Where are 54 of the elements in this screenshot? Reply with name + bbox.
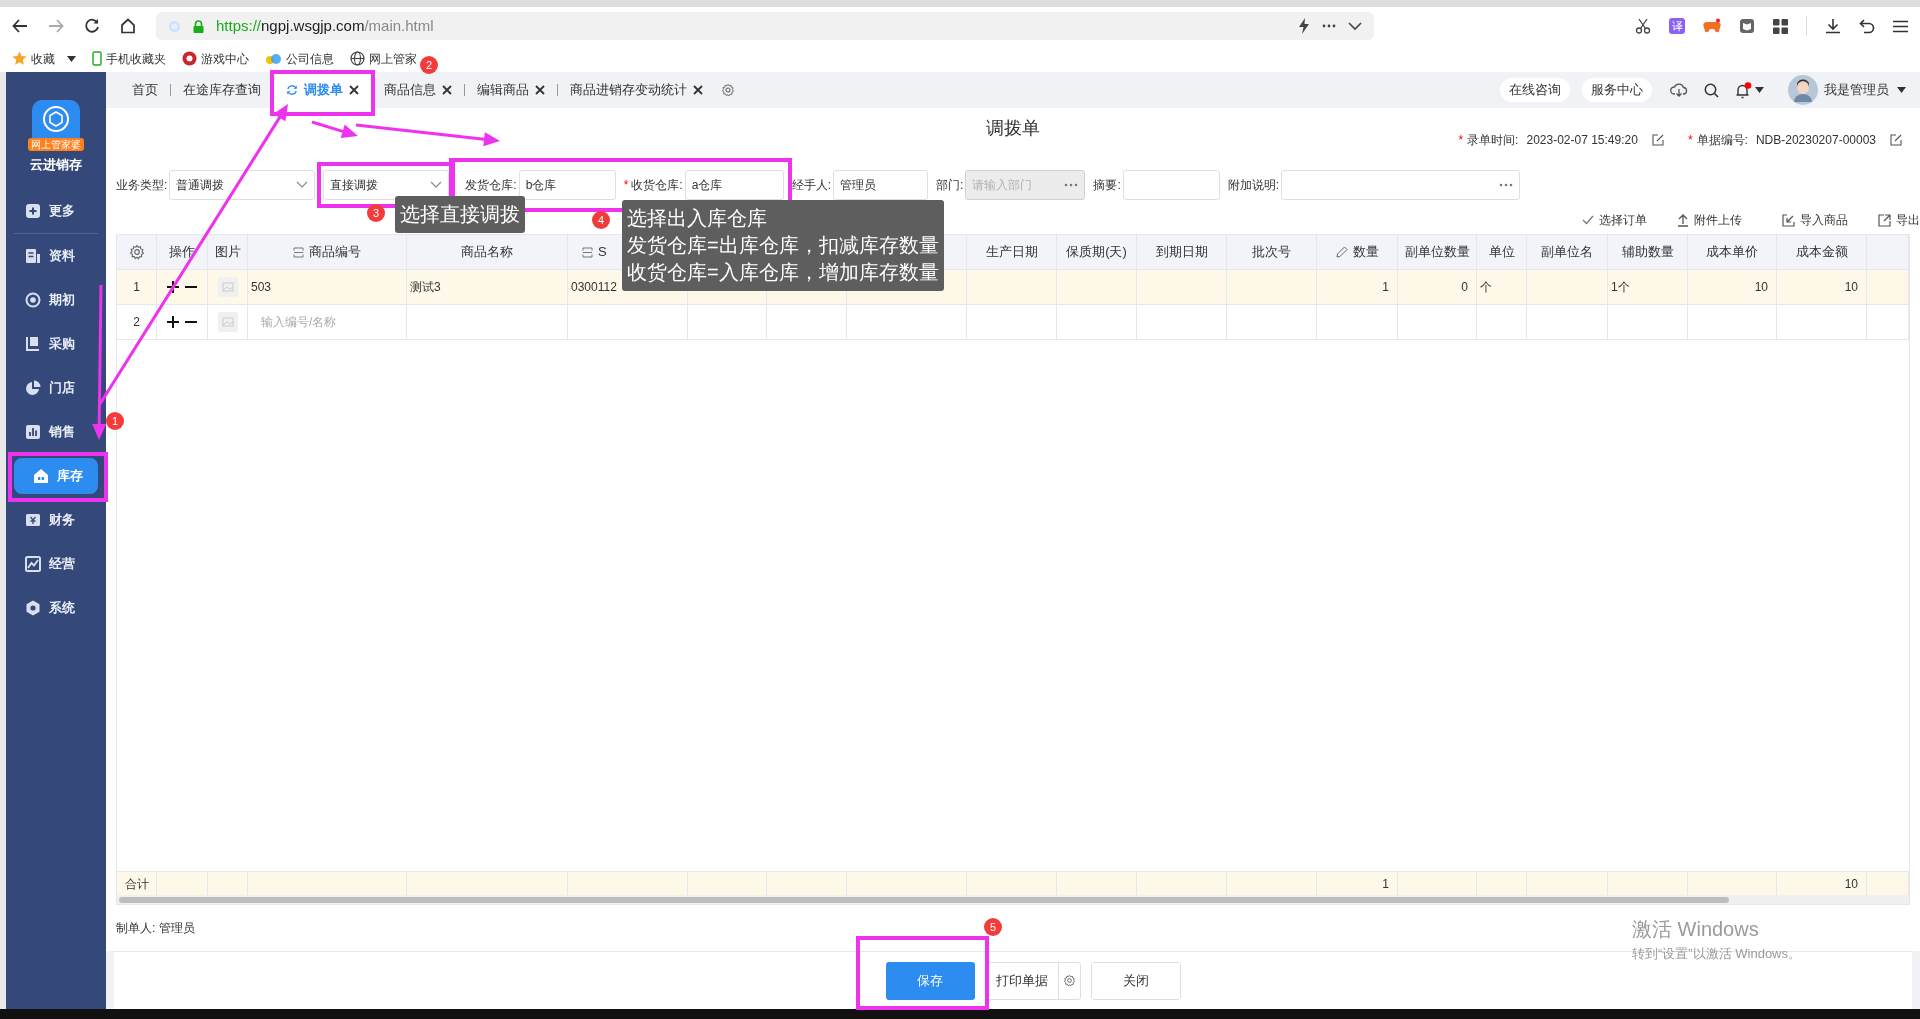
tooltip-text: 发货仓库=出库仓库，扣减库存数量	[627, 233, 939, 258]
activation-hint: 转到“设置”以激活 Windows。	[1632, 945, 1801, 963]
table-cell-text: 503	[251, 279, 272, 296]
column-header: 到期日期	[1155, 243, 1208, 262]
table-cell-text: 1	[1382, 279, 1389, 296]
table-cell-text: 10	[1844, 279, 1858, 296]
meta-value: NDB-20230207-00003	[1755, 132, 1876, 149]
tooltip-text: 选择直接调拨	[400, 202, 520, 227]
field-label: 附加说明:	[1227, 177, 1280, 194]
table-cell-text: 1个	[1611, 279, 1630, 296]
meta-label: 单据编号:	[1696, 132, 1748, 149]
total-value: 10	[1844, 875, 1858, 893]
table-cell-text: 0300112	[571, 279, 617, 296]
column-header: 成本单价	[1706, 243, 1758, 262]
field-label: 经手人:	[791, 177, 832, 194]
total-value: 1	[1382, 875, 1389, 893]
column-header: 副单位数量	[1404, 243, 1470, 262]
column-header: 商品编号	[309, 243, 361, 262]
column-header: 生产日期	[985, 243, 1038, 262]
totals-label: 合计	[124, 875, 149, 893]
column-header: 成本金额	[1795, 243, 1848, 262]
table-cell-text: 测试3	[410, 279, 441, 296]
url-text: https://ngpj.wsgjp.com/main.html	[216, 15, 434, 36]
column-header: 图片	[214, 243, 241, 262]
field-label: 部门:	[936, 177, 964, 194]
meta-value: 2023-02-07 15:49:20	[1526, 132, 1638, 149]
row-number: 1	[133, 279, 140, 296]
field-label: 摘要:	[1093, 177, 1121, 194]
column-header: 操作	[169, 243, 195, 262]
column-header: 辅助数量	[1621, 243, 1674, 262]
field-label: 发货仓库:	[465, 177, 517, 194]
tooltip-text: 选择出入库仓库	[627, 206, 768, 231]
column-header: 数量	[1352, 243, 1379, 262]
required-mark: *	[1458, 132, 1464, 149]
activation-title: 激活 Windows	[1632, 917, 1760, 942]
table-cell-text: 0	[1461, 279, 1468, 296]
table-cell-text: 10	[1754, 279, 1768, 296]
row-number: 2	[133, 314, 140, 331]
field-label: 收货仓库:	[631, 177, 683, 194]
column-header: 保质期(天)	[1066, 243, 1127, 262]
page-title: 调拨单	[986, 117, 1040, 140]
creator-label: 制单人: 管理员	[116, 920, 195, 937]
column-header: 批次号	[1252, 243, 1291, 262]
column-header: 副单位名	[1541, 243, 1593, 262]
table-cell-text: 个	[1480, 279, 1492, 296]
column-header: 商品名称	[461, 243, 513, 262]
column-header: 单位	[1488, 243, 1515, 262]
logo-badge: 网上管家婆	[28, 138, 84, 151]
field-label: 业务类型:	[116, 177, 168, 194]
column-header: S	[598, 243, 607, 262]
required-mark: *	[1687, 132, 1693, 149]
app-name: 云进销存	[30, 156, 82, 174]
meta-label: 录单时间:	[1467, 132, 1519, 149]
required-mark: *	[623, 177, 629, 194]
